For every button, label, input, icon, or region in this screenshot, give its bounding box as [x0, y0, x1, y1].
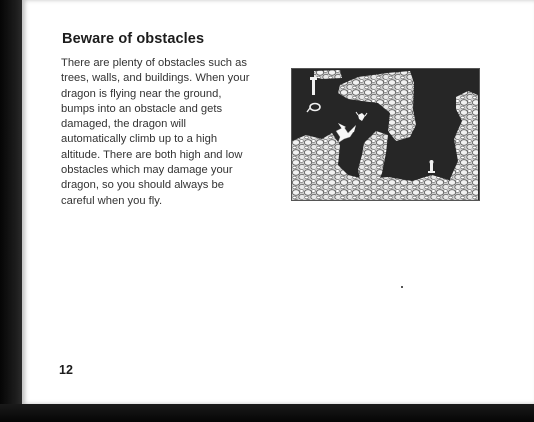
- game-screenshot: [291, 68, 480, 201]
- body-line: careful when you fly.: [61, 194, 163, 207]
- scan-shadow-bottom: [0, 404, 534, 422]
- body-line: trees, walls, and buildings. When your: [61, 72, 250, 85]
- body-line: dragon, so you should always be: [61, 179, 224, 192]
- scan-shadow-left: [0, 0, 22, 422]
- body-line: damaged, the dragon will: [61, 118, 187, 131]
- body-line: dragon is flying near the ground,: [61, 87, 222, 100]
- page-number: 12: [59, 363, 73, 377]
- scan-speck: [401, 286, 403, 288]
- rock-cluster: [314, 70, 342, 79]
- body-line: There are plenty of obstacles such as: [61, 57, 247, 69]
- body-line: bumps into an obstacle and gets: [61, 102, 223, 115]
- body-paragraph: There are plenty of obstacles such as tr…: [61, 56, 301, 209]
- body-line: altitude. There are both high and low: [61, 148, 243, 161]
- manual-page: Beware of obstacles There are plenty of …: [22, 0, 534, 404]
- section-heading: Beware of obstacles: [62, 31, 205, 47]
- body-line: automatically climb up to a high: [61, 133, 218, 146]
- body-line: obstacles which may damage your: [61, 164, 233, 177]
